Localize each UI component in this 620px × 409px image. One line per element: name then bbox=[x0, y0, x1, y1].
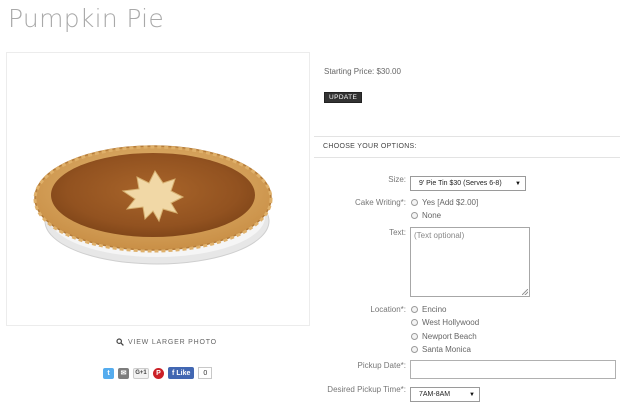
size-label: Size: bbox=[388, 175, 406, 184]
radio-button[interactable] bbox=[411, 319, 418, 326]
location-option-label: Encino bbox=[422, 305, 447, 314]
radio-button[interactable] bbox=[411, 212, 418, 219]
like-count: 0 bbox=[198, 367, 213, 379]
divider-top bbox=[314, 136, 620, 137]
facebook-like-button[interactable]: f Like bbox=[168, 367, 195, 379]
email-icon[interactable]: ✉ bbox=[118, 367, 129, 379]
pickup-time-label: Desired Pickup Time*: bbox=[327, 385, 406, 394]
share-bar: t ✉ G+1 P f Like 0 bbox=[103, 367, 213, 379]
radio-button[interactable] bbox=[411, 333, 418, 340]
cake-writing-option-label: None bbox=[422, 211, 442, 220]
cake-writing-label: Cake Writing*: bbox=[355, 198, 406, 207]
view-larger-photo-link[interactable]: VIEW LARGER PHOTO bbox=[116, 338, 217, 346]
location-option-label: Newport Beach bbox=[422, 332, 477, 341]
writing-text-placeholder: (Text optional) bbox=[414, 231, 465, 240]
radio-button[interactable] bbox=[411, 199, 418, 206]
cake-writing-option-yes[interactable]: Yes [Add $2.00] bbox=[411, 198, 478, 207]
location-option-label: West Hollywood bbox=[422, 318, 480, 327]
location-option-label: Santa Monica bbox=[422, 345, 471, 354]
pumpkin-pie-image bbox=[33, 145, 273, 265]
starting-price: Starting Price: $30.00 bbox=[324, 67, 401, 76]
location-option-santa-monica[interactable]: Santa Monica bbox=[411, 345, 471, 354]
cake-writing-option-none[interactable]: None bbox=[411, 211, 441, 220]
google-plus-icon[interactable]: G+1 bbox=[133, 367, 149, 379]
twitter-icon[interactable]: t bbox=[103, 367, 114, 379]
chevron-down-icon: ▼ bbox=[469, 392, 475, 398]
update-button[interactable]: UPDATE bbox=[324, 92, 363, 103]
chevron-down-icon: ▼ bbox=[515, 181, 521, 187]
pickup-time-select[interactable]: 7AM-8AM ▼ bbox=[410, 387, 480, 402]
text-label: Text: bbox=[389, 228, 406, 237]
options-heading: CHOOSE YOUR OPTIONS: bbox=[323, 143, 417, 150]
divider-options bbox=[314, 157, 620, 158]
facebook-like-label: Like bbox=[176, 369, 191, 377]
resize-handle[interactable] bbox=[522, 289, 528, 295]
size-select-value: 9' Pie Tin $30 (Serves 6-8) bbox=[419, 180, 502, 187]
location-option-west-hollywood[interactable]: West Hollywood bbox=[411, 318, 479, 327]
pinterest-icon[interactable]: P bbox=[153, 367, 164, 379]
size-select[interactable]: 9' Pie Tin $30 (Serves 6-8) ▼ bbox=[410, 176, 526, 191]
pickup-time-value: 7AM-8AM bbox=[419, 391, 451, 398]
view-larger-photo-label: VIEW LARGER PHOTO bbox=[128, 338, 217, 346]
location-label: Location*: bbox=[370, 305, 406, 314]
facebook-icon: f bbox=[172, 369, 175, 377]
radio-button[interactable] bbox=[411, 306, 418, 313]
pickup-date-field[interactable] bbox=[410, 360, 616, 379]
radio-button[interactable] bbox=[411, 346, 418, 353]
location-option-encino[interactable]: Encino bbox=[411, 305, 446, 314]
product-photo[interactable] bbox=[6, 52, 310, 326]
location-option-newport-beach[interactable]: Newport Beach bbox=[411, 332, 477, 341]
cake-writing-option-label: Yes [Add $2.00] bbox=[422, 198, 479, 207]
product-title: Pumpkin Pie bbox=[8, 4, 165, 33]
magnifier-icon bbox=[116, 338, 124, 346]
pickup-date-label: Pickup Date*: bbox=[357, 361, 406, 370]
writing-text-area[interactable]: (Text optional) bbox=[410, 227, 530, 297]
